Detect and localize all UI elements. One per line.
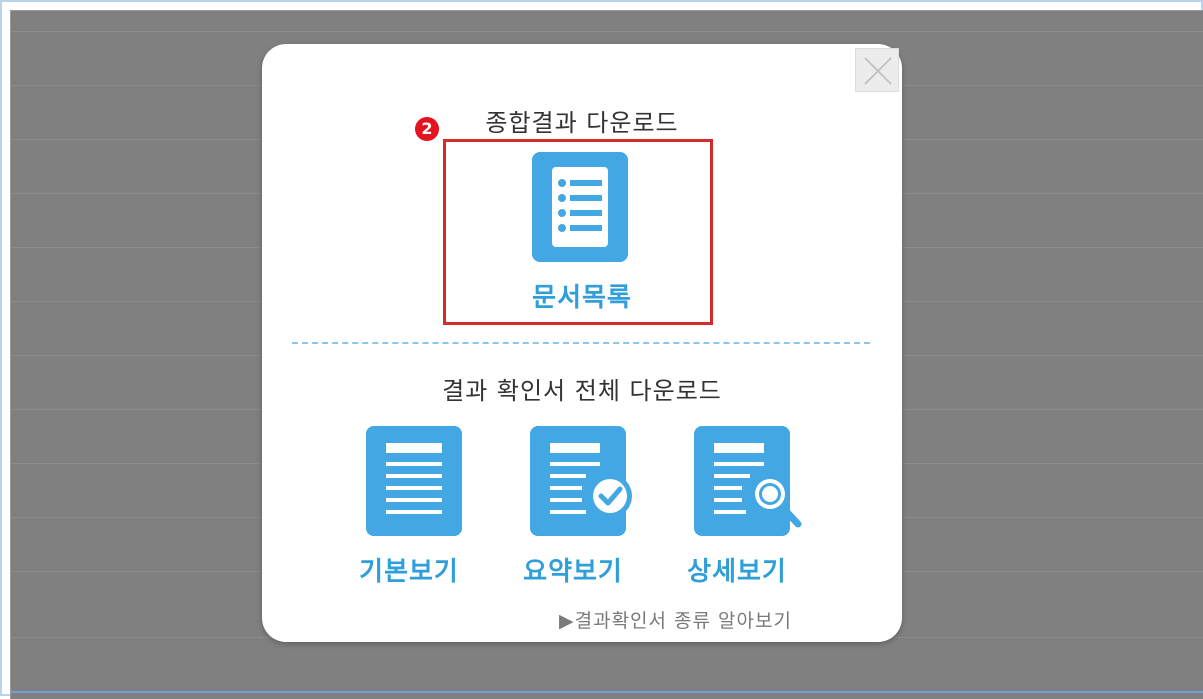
basic-view-button[interactable]: 기본보기 bbox=[354, 426, 464, 587]
detail-view-button[interactable]: 상세보기 bbox=[682, 426, 802, 587]
close-button[interactable] bbox=[855, 48, 899, 92]
document-search-icon bbox=[694, 426, 802, 536]
doc-list-label: 문서목록 bbox=[532, 283, 632, 313]
list-document-icon bbox=[532, 152, 628, 262]
detail-view-label: 상세보기 bbox=[687, 557, 787, 587]
close-icon bbox=[864, 57, 892, 85]
document-lines-icon bbox=[366, 426, 462, 536]
section-title-combined-download: 종합결과 다운로드 bbox=[485, 109, 679, 137]
summary-view-label: 요약보기 bbox=[523, 557, 623, 587]
section-divider bbox=[292, 342, 870, 344]
certificate-types-link[interactable]: ▶결과확인서 종류 알아보기 bbox=[559, 606, 792, 633]
basic-view-label: 기본보기 bbox=[359, 557, 459, 587]
overlay-row-line bbox=[11, 31, 1203, 32]
section-title-all-certificates: 결과 확인서 전체 다운로드 bbox=[442, 377, 722, 405]
doc-list-button[interactable]: 문서목록 bbox=[532, 152, 632, 317]
summary-view-button[interactable]: 요약보기 bbox=[518, 426, 632, 587]
overlay-bottom-border bbox=[11, 691, 1203, 693]
document-check-icon bbox=[530, 426, 632, 536]
download-modal: 2 종합결과 다운로드 문서목록 결과 확인서 전체 다운로드 기본보기 요약보… bbox=[262, 44, 902, 642]
